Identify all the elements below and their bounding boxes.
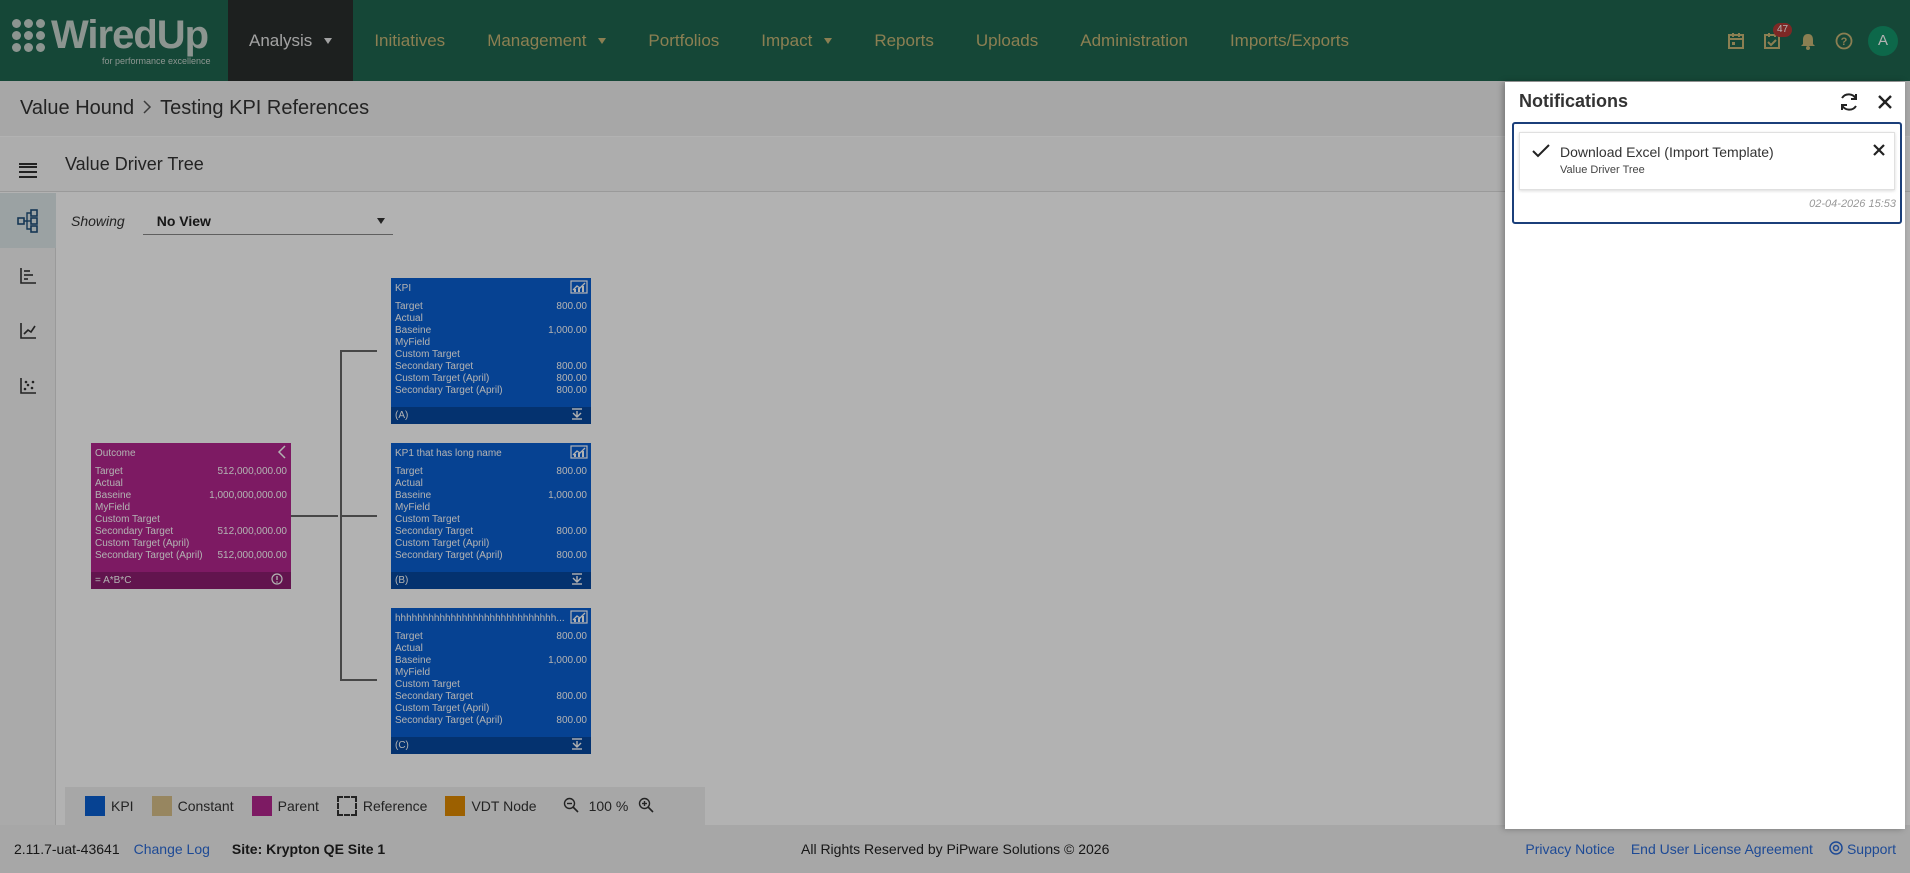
notifications-panel: Notifications Download Excel (Import Tem… (1505, 82, 1905, 829)
notifications-actions (1827, 89, 1899, 115)
notification-item[interactable]: Download Excel (Import Template) Value D… (1519, 132, 1895, 190)
notification-group: Download Excel (Import Template) Value D… (1512, 122, 1902, 224)
close-icon[interactable] (1872, 143, 1886, 162)
refresh-icon[interactable] (1835, 89, 1863, 115)
notification-subtitle: Value Driver Tree (1560, 164, 1645, 176)
check-icon (1532, 144, 1550, 163)
close-icon[interactable] (1871, 89, 1899, 115)
notification-timestamp: 02-04-2026 15:53 (1809, 198, 1896, 210)
notifications-header: Notifications (1505, 82, 1905, 120)
notifications-title: Notifications (1519, 90, 1629, 111)
notification-title: Download Excel (Import Template) (1560, 144, 1774, 160)
